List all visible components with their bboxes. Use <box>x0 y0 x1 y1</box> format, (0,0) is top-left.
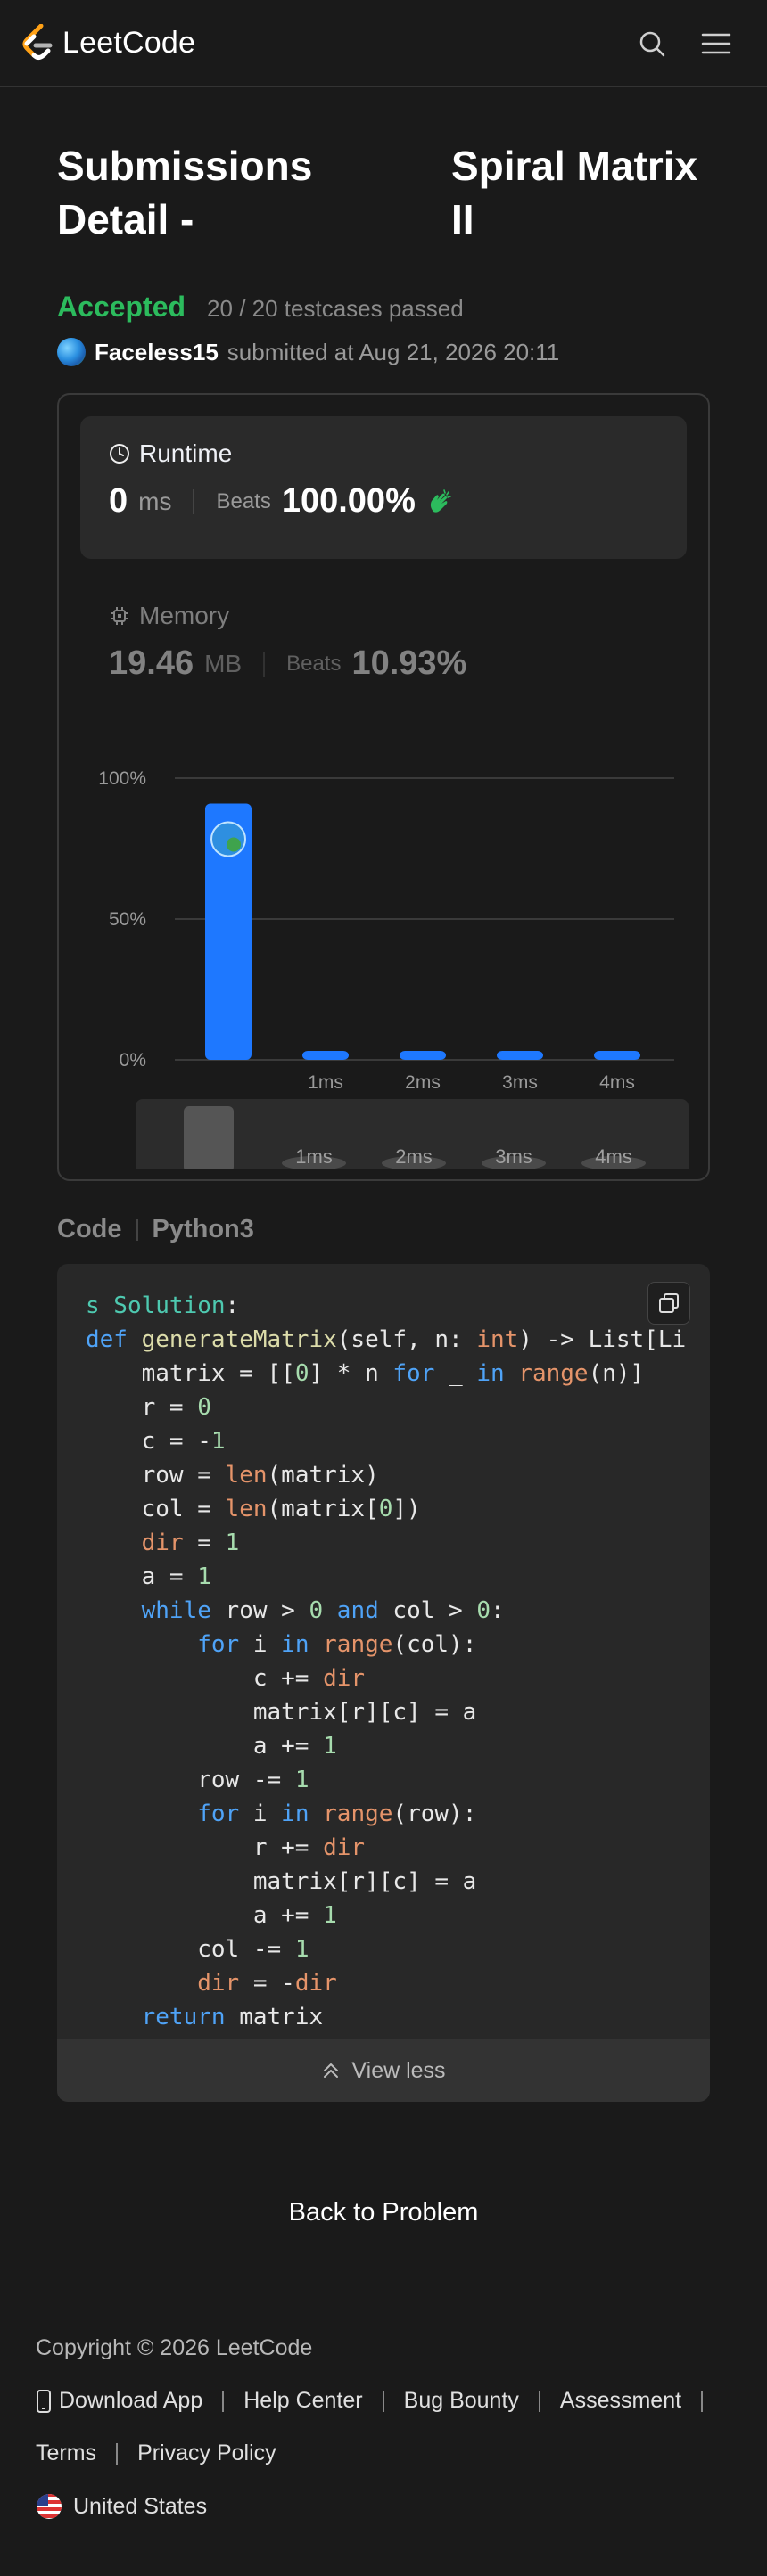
divider <box>116 2442 119 2465</box>
scrubber-handle <box>184 1106 234 1169</box>
footer-link-privacy-policy[interactable]: Privacy Policy <box>137 2441 276 2466</box>
y-tick-label: 0% <box>120 1050 146 1071</box>
runtime-panel[interactable]: Runtime 0 ms Beats 100.00% <box>80 416 687 559</box>
divider <box>263 651 266 677</box>
copyright: Copyright © 2026 LeetCode <box>36 2335 313 2360</box>
scrubber-label: 2ms <box>395 1145 433 1168</box>
y-tick-label: 100% <box>98 768 146 789</box>
footer-link-download-app[interactable]: Download App <box>36 2388 202 2414</box>
view-less-button[interactable]: View less <box>57 2039 710 2102</box>
copy-icon <box>659 1293 679 1313</box>
scrubber-label: 1ms <box>295 1145 333 1168</box>
scrubber-label: 4ms <box>595 1145 632 1168</box>
x-tick-label: 2ms <box>405 1072 441 1090</box>
page-title: Submissions Detail - Spiral Matrix II <box>57 139 710 246</box>
view-less-label: View less <box>351 2057 446 2083</box>
code-language: Python3 <box>152 1215 254 1243</box>
memory-value: 19.46 <box>109 644 194 682</box>
footer-link-terms[interactable]: Terms <box>36 2441 96 2466</box>
avatar-marker-land <box>227 837 241 852</box>
divider <box>538 2390 540 2412</box>
footer-link-label: Download App <box>59 2388 203 2413</box>
runtime-beats-value: 100.00% <box>281 482 416 520</box>
testcases-passed: 20 / 20 testcases passed <box>207 295 464 322</box>
top-navbar: LeetCode <box>0 0 767 87</box>
status-badge: Accepted <box>57 291 186 323</box>
divider <box>222 2390 225 2412</box>
chart-range-scrubber[interactable]: 1ms 2ms 3ms 4ms <box>136 1099 689 1169</box>
memory-beats-label: Beats <box>286 651 342 676</box>
footer-link-assessment[interactable]: Assessment <box>560 2388 681 2414</box>
runtime-value: 0 <box>109 482 128 520</box>
clock-icon <box>110 444 129 464</box>
performance-card: Runtime 0 ms Beats 100.00% Memory 19.46 … <box>57 393 710 1181</box>
chip-icon <box>111 607 128 625</box>
code-content: s Solution: def generateMatrix(self, n: … <box>86 1292 687 2030</box>
brand-name: LeetCode <box>62 26 196 60</box>
menu-icon[interactable] <box>701 31 731 56</box>
search-icon[interactable] <box>639 30 665 57</box>
y-tick-label: 50% <box>109 909 146 930</box>
runtime-beats-label: Beats <box>216 488 271 513</box>
x-tick-label: 4ms <box>599 1072 635 1090</box>
memory-unit: MB <box>204 649 243 677</box>
memory-label: Memory <box>139 602 230 629</box>
memory-beats-value: 10.93% <box>351 644 467 682</box>
x-tick-label: 1ms <box>308 1072 343 1090</box>
problem-title[interactable]: Spiral Matrix II <box>451 139 710 246</box>
footer-link-bug-bounty[interactable]: Bug Bounty <box>404 2388 519 2414</box>
back-to-problem-link[interactable]: Back to Problem <box>57 2198 710 2227</box>
country-label: United States <box>73 2493 208 2519</box>
brand[interactable]: LeetCode <box>21 23 196 63</box>
divider <box>136 1218 138 1241</box>
scrubber-label: 3ms <box>495 1145 532 1168</box>
bar <box>400 1051 446 1060</box>
double-chevron-up-icon <box>324 2063 339 2078</box>
bar <box>497 1051 543 1060</box>
bar <box>594 1051 640 1060</box>
code-label: Code <box>57 1215 122 1243</box>
author-name[interactable]: Faceless15 <box>95 339 219 366</box>
footer-link-help-center[interactable]: Help Center <box>243 2388 362 2414</box>
memory-panel[interactable]: Memory 19.46 MB Beats 10.93% <box>80 559 687 683</box>
us-flag-icon <box>37 2494 62 2519</box>
runtime-distribution-chart: 100% 50% 0% 1ms 2ms 3ms 4ms <box>98 768 674 1090</box>
divider <box>701 2390 704 2412</box>
x-tick-label: 3ms <box>502 1072 538 1090</box>
copy-code-button[interactable] <box>647 1282 690 1325</box>
runtime-label: Runtime <box>139 439 233 467</box>
page-title-heading: Submissions Detail - <box>57 143 313 242</box>
bar <box>302 1051 349 1060</box>
submitted-time: submitted at Aug 21, 2026 20:11 <box>227 338 560 365</box>
country-selector[interactable]: United States <box>36 2493 731 2520</box>
footer: Copyright © 2026 LeetCode Download App H… <box>36 2335 731 2520</box>
phone-icon <box>37 2389 51 2413</box>
leetcode-logo-icon <box>22 23 53 60</box>
divider <box>382 2390 384 2412</box>
clap-icon <box>430 488 451 513</box>
runtime-unit: ms <box>138 487 172 515</box>
avatar-marker <box>210 821 246 857</box>
avatar[interactable] <box>57 338 86 366</box>
divider <box>193 488 195 514</box>
code-viewer[interactable]: s Solution: def generateMatrix(self, n: … <box>57 1264 710 2102</box>
